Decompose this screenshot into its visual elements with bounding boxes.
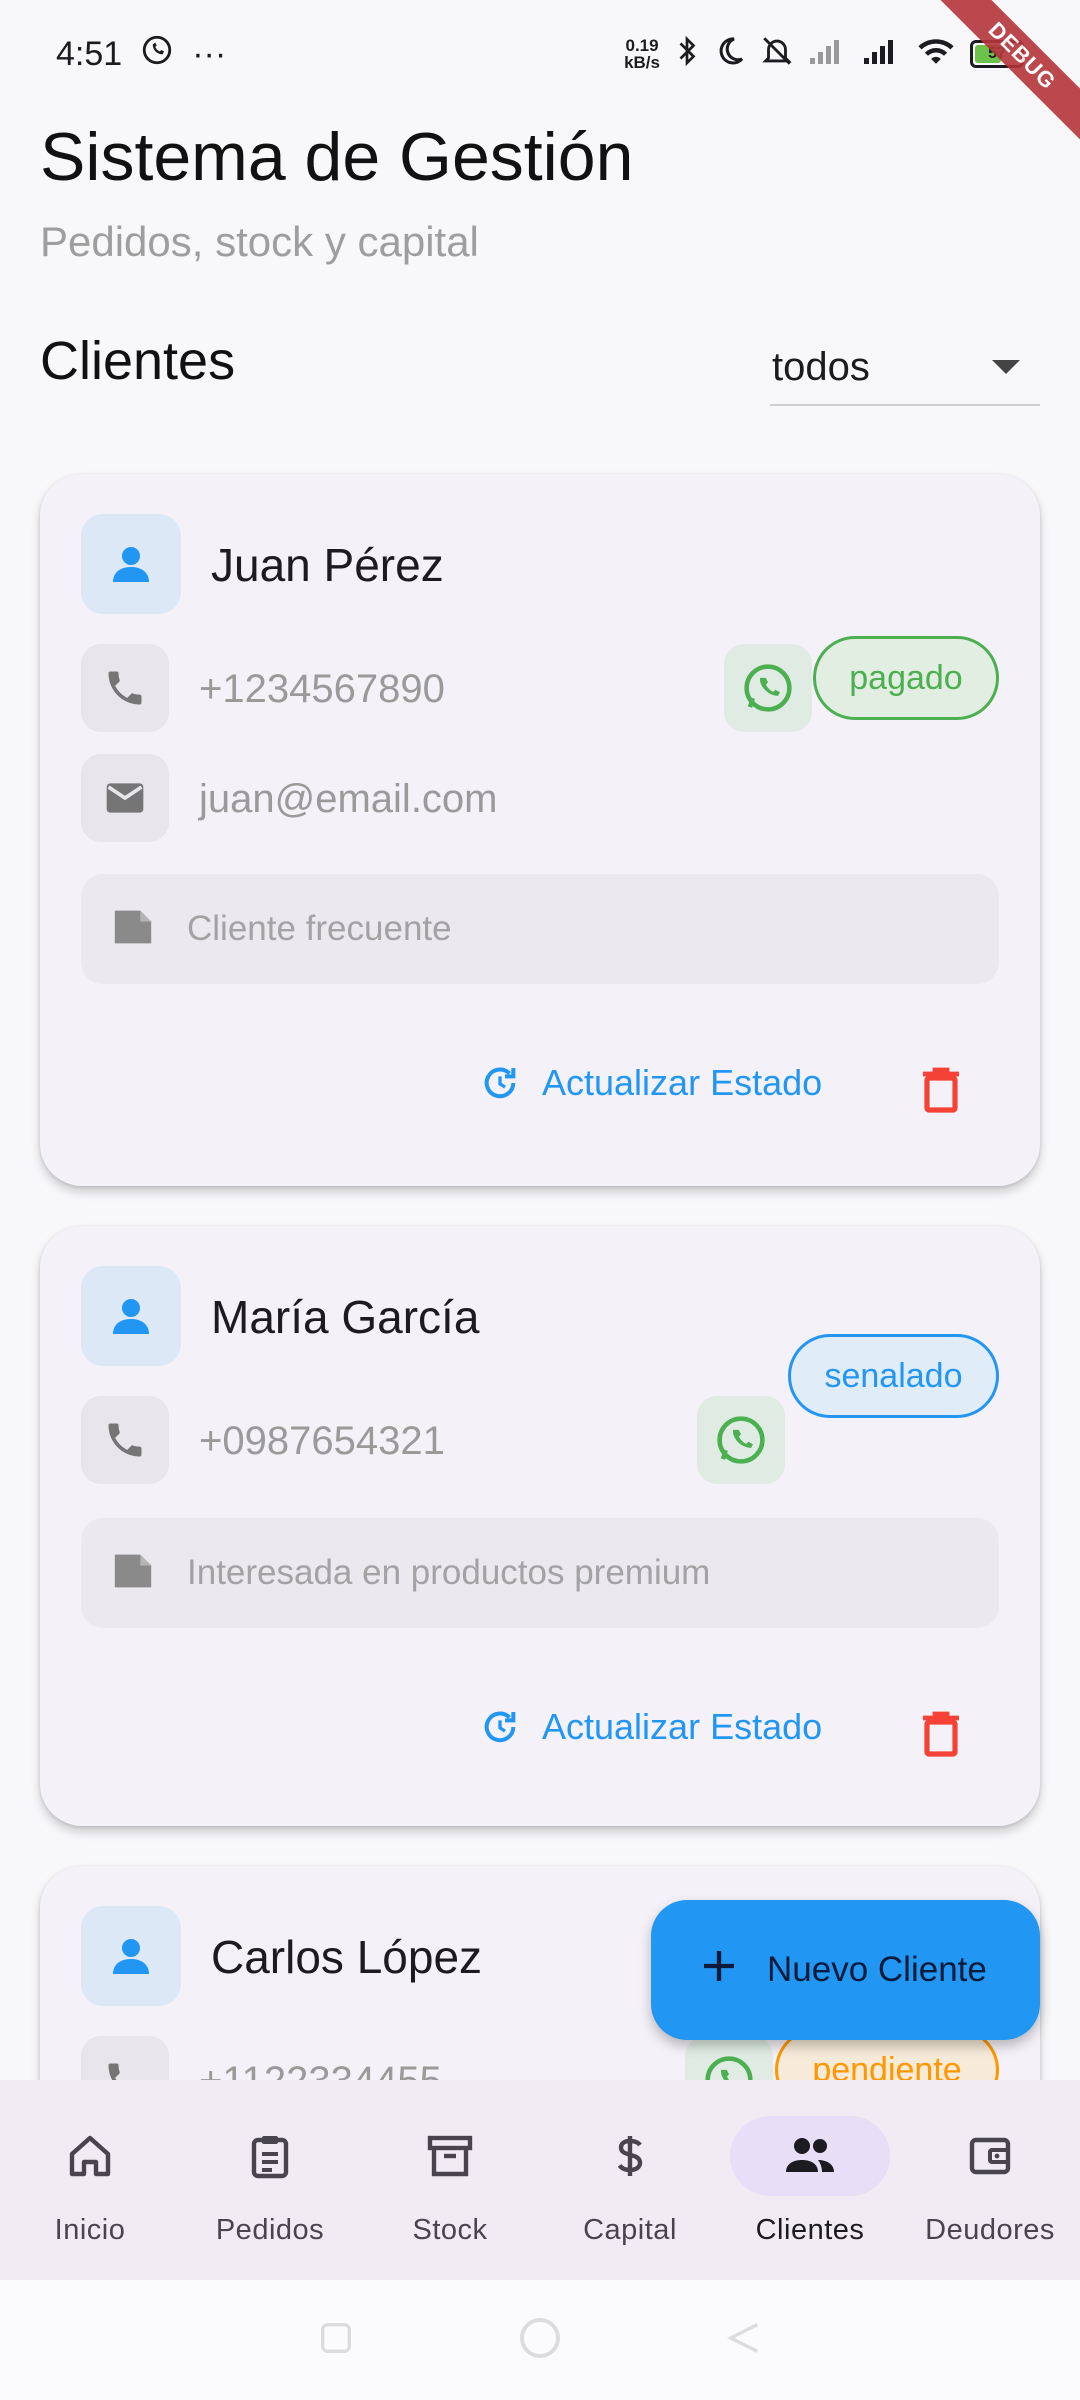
- client-name: Carlos López: [211, 1931, 483, 1983]
- nav-item-stock[interactable]: Stock: [360, 2116, 540, 2247]
- nav-item-inicio[interactable]: Inicio: [0, 2116, 180, 2247]
- status-time: 4:51: [56, 34, 123, 73]
- client-name: María García: [211, 1291, 480, 1343]
- status-badge: senalado: [788, 1334, 999, 1418]
- person-icon: [81, 1906, 181, 2006]
- whatsapp-status-icon: [140, 33, 174, 76]
- client-note: Cliente frecuente: [187, 909, 452, 948]
- nav-item-pedidos[interactable]: Pedidos: [180, 2116, 360, 2247]
- delete-button[interactable]: [916, 1704, 966, 1764]
- phone-icon: [81, 1396, 169, 1484]
- nav-label: Capital: [583, 2214, 677, 2246]
- clipboard-icon: [190, 2116, 350, 2196]
- bluetooth-icon: [674, 34, 700, 75]
- back-triangle-icon[interactable]: [724, 2318, 764, 2363]
- status-left: 4:51 ···: [56, 33, 226, 76]
- dollar-icon: [550, 2116, 710, 2196]
- client-note: Interesada en productos premium: [187, 1553, 711, 1592]
- app-title: Sistema de Gestión: [40, 119, 634, 195]
- nav-item-capital[interactable]: Capital: [540, 2116, 720, 2247]
- nav-label: Clientes: [755, 2214, 865, 2246]
- dropdown-arrow-icon: [992, 360, 1020, 374]
- muted-bell-icon: [760, 34, 794, 75]
- status-badge: pagado: [813, 636, 999, 720]
- nav-label: Inicio: [54, 2214, 126, 2246]
- status-bar: 4:51 ··· 0.19 kB/s 57: [0, 0, 1080, 108]
- note-box: Cliente frecuente: [81, 874, 999, 984]
- note-icon: [111, 1551, 155, 1596]
- person-icon: [81, 1266, 181, 1366]
- note-box: Interesada en productos premium: [81, 1518, 999, 1628]
- home-icon: [10, 2116, 170, 2196]
- bottom-navigation: Inicio Pedidos Stock Capital Clientes De…: [0, 2080, 1080, 2280]
- more-notifications-icon: ···: [192, 34, 227, 73]
- speed-value: 0.19: [625, 36, 659, 55]
- update-status-label: Actualizar Estado: [542, 1706, 823, 1747]
- nav-label: Deudores: [925, 2214, 1055, 2246]
- new-client-fab[interactable]: Nuevo Cliente: [651, 1900, 1040, 2040]
- client-phone: +0987654321: [199, 1419, 445, 1463]
- filter-value: todos: [772, 344, 870, 389]
- client-card: María García senalado +0987654321 Intere…: [40, 1226, 1040, 1826]
- archive-icon: [370, 2116, 530, 2196]
- delete-button[interactable]: [916, 1060, 966, 1120]
- nav-item-deudores[interactable]: Deudores: [900, 2116, 1080, 2247]
- update-status-button[interactable]: Actualizar Estado: [480, 1062, 822, 1104]
- fab-label: Nuevo Cliente: [767, 1950, 987, 1989]
- client-email: juan@email.com: [199, 777, 498, 821]
- recent-apps-icon[interactable]: [316, 2318, 356, 2363]
- signal-strong-icon: [862, 36, 902, 73]
- phone-icon: [81, 644, 169, 732]
- people-icon: [730, 2116, 890, 2196]
- whatsapp-button[interactable]: [697, 1396, 785, 1484]
- app-subtitle: Pedidos, stock y capital: [40, 218, 479, 265]
- nav-label: Pedidos: [215, 2214, 325, 2246]
- person-icon: [81, 514, 181, 614]
- network-speed: 0.19 kB/s: [624, 37, 660, 71]
- system-navigation-bar: [0, 2280, 1080, 2400]
- wifi-icon: [916, 35, 956, 74]
- status-filter-dropdown[interactable]: todos: [770, 330, 1040, 406]
- do-not-disturb-moon-icon: [714, 35, 746, 74]
- email-icon: [81, 754, 169, 842]
- speed-unit: kB/s: [624, 53, 660, 72]
- update-status-label: Actualizar Estado: [542, 1062, 823, 1103]
- plus-icon: [699, 1946, 739, 1995]
- status-right: 0.19 kB/s 57: [624, 34, 1024, 75]
- nav-item-clientes[interactable]: Clientes: [720, 2116, 900, 2247]
- client-name: Juan Pérez: [211, 539, 444, 591]
- whatsapp-button[interactable]: [724, 644, 812, 732]
- nav-label: Stock: [412, 2214, 488, 2246]
- home-circle-icon[interactable]: [516, 2314, 564, 2367]
- signal-weak-icon: [808, 36, 848, 73]
- note-icon: [111, 907, 155, 952]
- update-status-button[interactable]: Actualizar Estado: [480, 1706, 822, 1748]
- section-title: Clientes: [40, 331, 236, 391]
- client-card: Juan Pérez +1234567890 pagado juan@email…: [40, 474, 1040, 1186]
- client-phone: +1234567890: [199, 667, 445, 711]
- wallet-icon: [910, 2116, 1070, 2196]
